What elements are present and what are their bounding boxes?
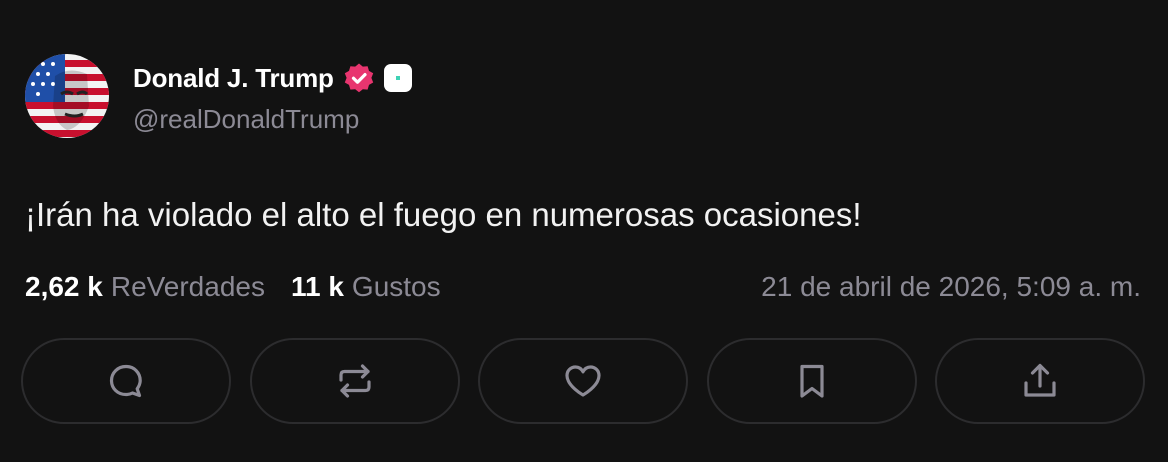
reply-button[interactable] [21,338,231,424]
repost-icon [338,364,371,398]
bookmark-icon [799,364,824,398]
post-stats: 2,62 k ReVerdades 11 k Gustos [25,268,441,306]
post-card: Donald J. Trump @realDonaldTrump ¡Irán h… [0,0,1168,462]
post-timestamp: 21 de abril de 2026, 5:09 a. m. [761,271,1141,302]
action-bar [21,338,1145,426]
likes-label[interactable]: Gustos [352,271,441,303]
like-button[interactable] [478,338,688,424]
reposts-label[interactable]: ReVerdades [111,271,265,303]
author-name-row: Donald J. Trump [133,58,413,98]
heart-icon [565,365,601,397]
post-text: ¡Irán ha violado el alto el fuego en num… [25,196,862,233]
likes-count[interactable]: 11 k [291,271,344,303]
bookmark-button[interactable] [706,338,917,424]
affiliate-badge-icon [383,63,413,93]
reply-icon [109,364,142,398]
author-display-name[interactable]: Donald J. Trump [133,63,334,94]
repost-button[interactable] [249,338,460,424]
avatar[interactable] [25,54,109,138]
reposts-count[interactable]: 2,62 k [25,271,103,303]
avatar-image [25,54,109,138]
share-icon [1024,363,1056,397]
verified-badge-icon [343,62,375,94]
author-handle[interactable]: @realDonaldTrump [133,104,359,135]
share-button[interactable] [935,338,1145,424]
